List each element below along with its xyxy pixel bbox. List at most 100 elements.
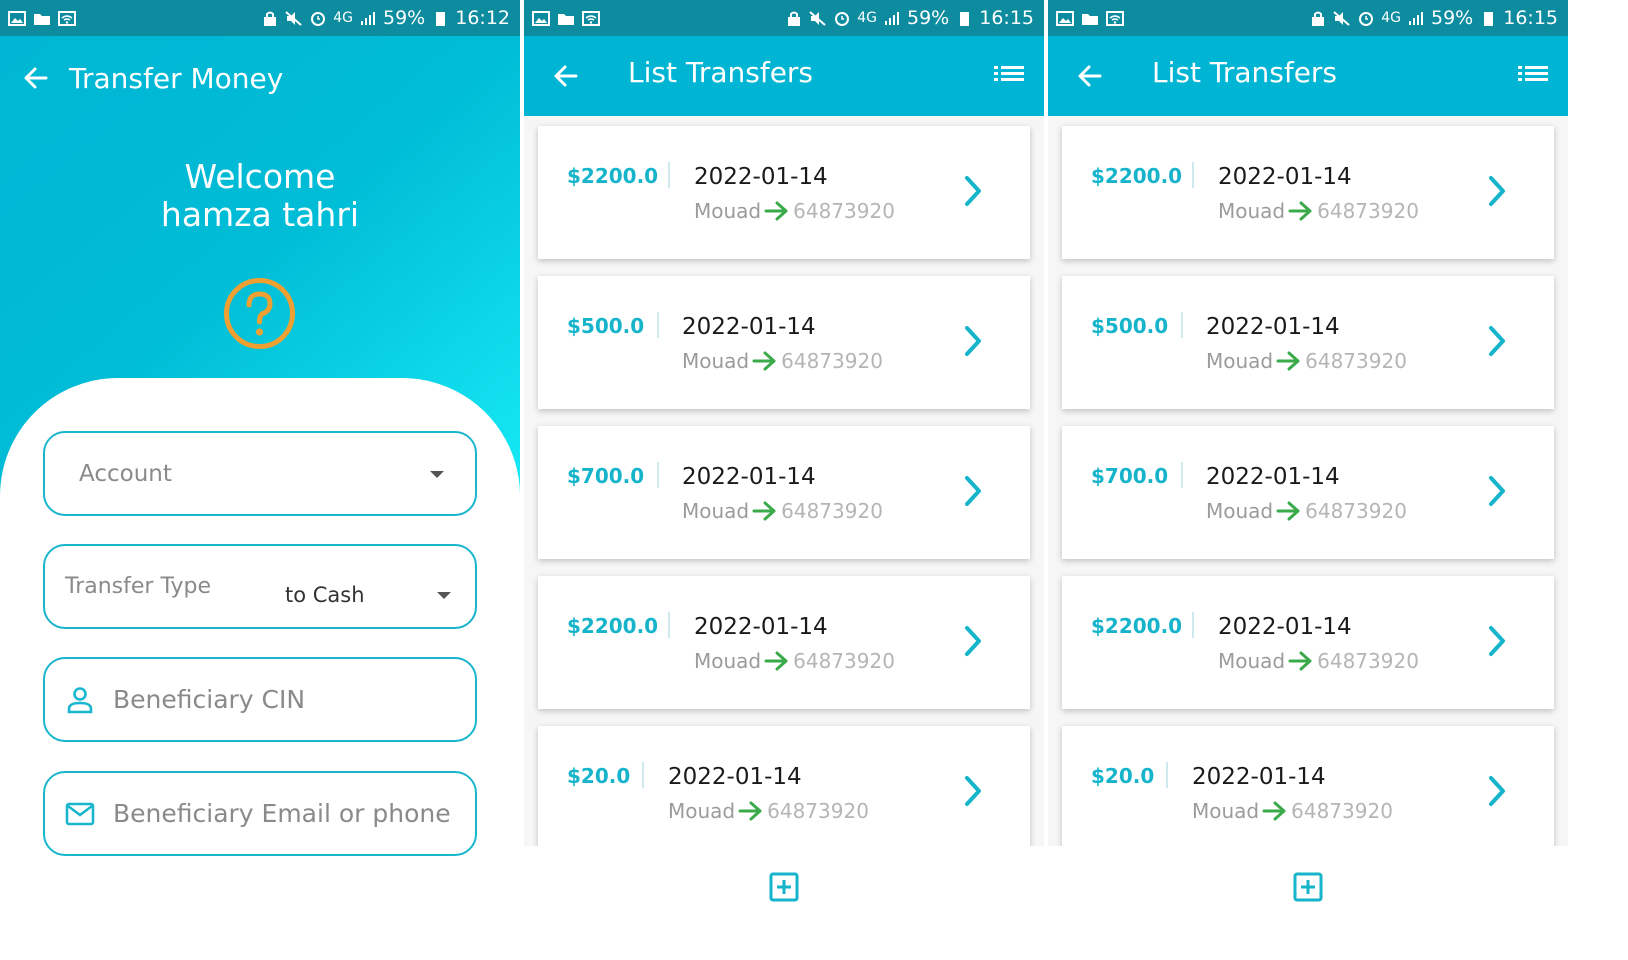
transfer-recipient: 64873920 xyxy=(1317,199,1419,223)
beneficiary-contact-placeholder: Beneficiary Email or phone xyxy=(113,799,451,828)
transfer-amount: $500.0 xyxy=(1091,314,1169,338)
transfer-type-dropdown[interactable]: Transfer Type to Cash xyxy=(43,544,477,629)
transfer-sender: Mouad xyxy=(1206,499,1274,523)
beneficiary-cin-placeholder: Beneficiary CIN xyxy=(113,685,306,714)
chevron-right-icon[interactable] xyxy=(962,774,984,808)
transfer-card[interactable]: $2200.0 2022-01-14 Mouad 64873920 xyxy=(538,576,1030,709)
add-box-icon[interactable] xyxy=(769,872,799,902)
transfer-date: 2022-01-14 xyxy=(1218,614,1352,640)
transfer-parties: Mouad 64873920 xyxy=(694,649,895,673)
transfer-parties: Mouad 64873920 xyxy=(1192,799,1393,823)
alarm-icon xyxy=(835,11,850,26)
transfer-list: $2200.0 2022-01-14 Mouad 64873920 $500.0… xyxy=(1048,116,1568,859)
chevron-right-icon[interactable] xyxy=(1486,324,1508,358)
transfer-amount: $2200.0 xyxy=(567,614,659,638)
transfer-card[interactable]: $700.0 2022-01-14 Mouad 64873920 xyxy=(1062,426,1554,559)
app-bar: List Transfers xyxy=(1048,36,1568,116)
transfer-parties: Mouad 64873920 xyxy=(694,199,895,223)
mute-icon xyxy=(1333,10,1350,26)
add-box-icon[interactable] xyxy=(1293,872,1323,902)
battery-percent: 59% xyxy=(383,7,426,29)
person-icon xyxy=(67,686,93,713)
arrow-right-icon xyxy=(1288,651,1312,671)
chevron-right-icon[interactable] xyxy=(962,174,984,208)
beneficiary-cin-field[interactable]: Beneficiary CIN xyxy=(43,657,477,742)
beneficiary-contact-field[interactable]: Beneficiary Email or phone xyxy=(43,771,477,856)
chevron-right-icon[interactable] xyxy=(962,324,984,358)
clock: 16:15 xyxy=(1503,7,1558,29)
network-label: 4G xyxy=(1381,10,1401,26)
clock: 16:15 xyxy=(979,7,1034,29)
welcome-line: Welcome xyxy=(184,157,336,196)
transfer-parties: Mouad 64873920 xyxy=(682,349,883,373)
transfer-sender: Mouad xyxy=(1218,199,1286,223)
back-button[interactable] xyxy=(550,60,582,92)
status-bar: 4G 59% 16:12 xyxy=(0,0,520,36)
divider xyxy=(668,612,670,638)
image-icon xyxy=(532,10,550,26)
app-bar: List Transfers xyxy=(524,36,1044,116)
transfer-date: 2022-01-14 xyxy=(1218,164,1352,190)
transfer-recipient: 64873920 xyxy=(793,649,895,673)
divider xyxy=(657,312,659,338)
transfer-parties: Mouad 64873920 xyxy=(682,499,883,523)
transfer-card[interactable]: $2200.0 2022-01-14 Mouad 64873920 xyxy=(1062,126,1554,259)
list-icon[interactable] xyxy=(994,64,1024,88)
chevron-right-icon[interactable] xyxy=(1486,624,1508,658)
page-title: Transfer Money xyxy=(69,61,284,95)
transfer-card[interactable]: $2200.0 2022-01-14 Mouad 64873920 xyxy=(1062,576,1554,709)
chevron-right-icon[interactable] xyxy=(962,624,984,658)
signal-icon xyxy=(1409,11,1423,25)
bottom-bar xyxy=(1048,846,1568,960)
wifi-icon xyxy=(582,10,600,26)
list-icon[interactable] xyxy=(1518,64,1548,88)
transfer-parties: Mouad 64873920 xyxy=(1206,349,1407,373)
transfer-card[interactable]: $700.0 2022-01-14 Mouad 64873920 xyxy=(538,426,1030,559)
welcome-message: Welcome hamza tahri xyxy=(0,158,520,234)
battery-icon xyxy=(1484,11,1494,26)
caret-down-icon xyxy=(437,592,451,599)
transfer-card[interactable]: $20.0 2022-01-14 Mouad 64873920 xyxy=(538,726,1030,859)
transfer-date: 2022-01-14 xyxy=(694,614,828,640)
folder-icon xyxy=(558,13,574,25)
chevron-right-icon[interactable] xyxy=(1486,174,1508,208)
transfer-amount: $500.0 xyxy=(567,314,645,338)
transfer-parties: Mouad 64873920 xyxy=(1206,499,1407,523)
transfer-card[interactable]: $2200.0 2022-01-14 Mouad 64873920 xyxy=(538,126,1030,259)
transfer-card[interactable]: $20.0 2022-01-14 Mouad 64873920 xyxy=(1062,726,1554,859)
transfer-type-value: to Cash xyxy=(285,583,365,607)
chevron-right-icon[interactable] xyxy=(1486,474,1508,508)
battery-percent: 59% xyxy=(1431,7,1474,29)
user-name: hamza tahri xyxy=(160,195,360,234)
divider xyxy=(657,462,659,488)
transfer-sender: Mouad xyxy=(694,649,762,673)
transfer-sender: Mouad xyxy=(1206,349,1274,373)
divider xyxy=(668,162,670,188)
chevron-right-icon[interactable] xyxy=(962,474,984,508)
arrow-right-icon xyxy=(764,651,788,671)
question-circle-icon[interactable] xyxy=(222,276,297,351)
lock-icon xyxy=(788,11,801,26)
chevron-right-icon[interactable] xyxy=(1486,774,1508,808)
transfer-recipient: 64873920 xyxy=(793,199,895,223)
page-title: List Transfers xyxy=(628,56,814,89)
bottom-bar xyxy=(524,846,1044,960)
transfer-card[interactable]: $500.0 2022-01-14 Mouad 64873920 xyxy=(1062,276,1554,409)
wifi-icon xyxy=(58,10,76,26)
status-bar: 4G 59% 16:15 xyxy=(524,0,1044,36)
back-button[interactable] xyxy=(1074,60,1106,92)
battery-percent: 59% xyxy=(907,7,950,29)
battery-icon xyxy=(436,11,446,26)
arrow-right-icon xyxy=(1276,351,1300,371)
transfer-sender: Mouad xyxy=(1192,799,1260,823)
transfer-amount: $2200.0 xyxy=(1091,614,1183,638)
back-button[interactable] xyxy=(20,62,52,94)
transfer-date: 2022-01-14 xyxy=(668,764,802,790)
transfer-card[interactable]: $500.0 2022-01-14 Mouad 64873920 xyxy=(538,276,1030,409)
divider xyxy=(1166,762,1168,788)
account-dropdown[interactable]: Account xyxy=(43,431,477,516)
alarm-icon xyxy=(1359,11,1374,26)
transfer-type-label: Transfer Type xyxy=(65,574,211,599)
arrow-right-icon xyxy=(738,801,762,821)
transfer-parties: Mouad 64873920 xyxy=(1218,199,1419,223)
